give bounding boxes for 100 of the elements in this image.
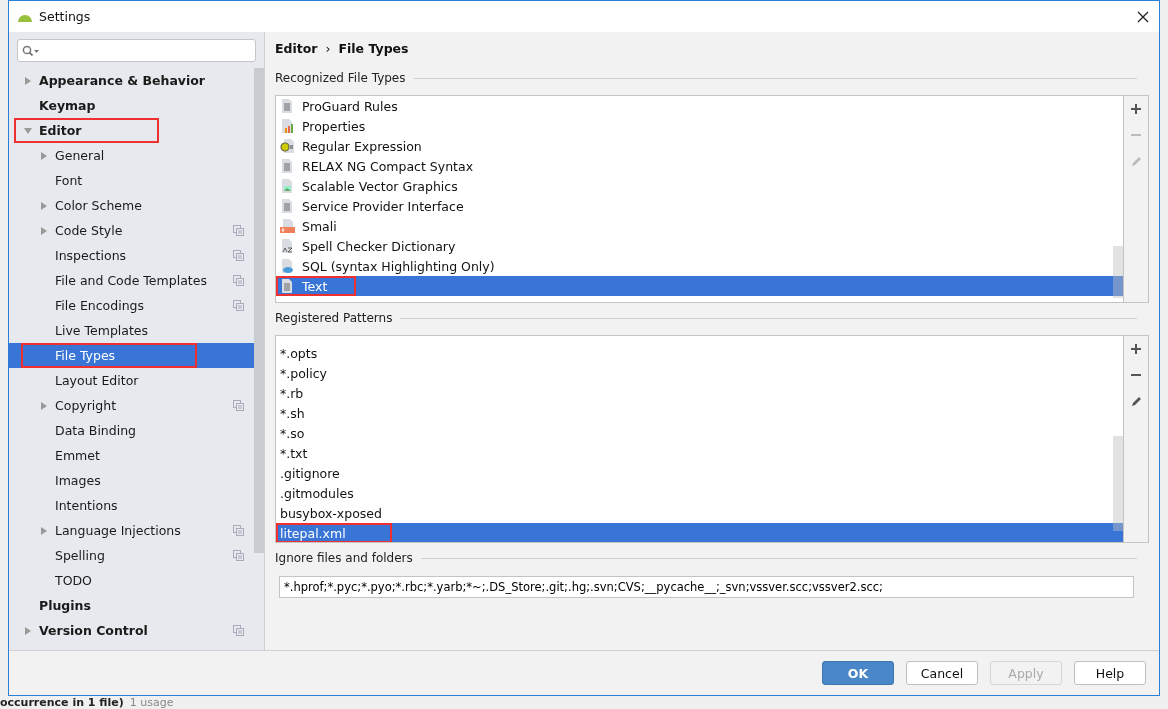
list-item[interactable]: Smali bbox=[276, 216, 1123, 236]
tree-item-label: Version Control bbox=[39, 623, 149, 638]
list-item[interactable]: *.so bbox=[276, 423, 1123, 443]
list-item[interactable]: *.opts bbox=[276, 343, 1123, 363]
list-item[interactable]: litepal.xml bbox=[276, 523, 1123, 542]
window-title: Settings bbox=[39, 9, 91, 24]
file-icon bbox=[280, 138, 296, 154]
list-item[interactable]: Properties bbox=[276, 116, 1123, 136]
list-item-label: *.so bbox=[280, 425, 305, 441]
tree-item-label: Keymap bbox=[39, 98, 97, 113]
plus-icon[interactable] bbox=[1130, 103, 1142, 115]
usage-hint: 1 usage bbox=[129, 696, 174, 709]
file-icon bbox=[280, 258, 296, 274]
tree-item-label: Spelling bbox=[55, 548, 106, 563]
breadcrumb-item[interactable]: Editor bbox=[275, 40, 318, 56]
list-item-label: *.txt bbox=[280, 445, 308, 461]
tree-item[interactable]: Images bbox=[9, 468, 254, 493]
list-item[interactable]: Regular Expression bbox=[276, 136, 1123, 156]
section-title: Ignore files and folders bbox=[275, 551, 413, 565]
tree-item-label: Language Injections bbox=[55, 523, 182, 538]
section-title: Registered Patterns bbox=[275, 311, 393, 325]
tree-item-label: Color Scheme bbox=[55, 198, 143, 213]
plus-icon[interactable] bbox=[1130, 343, 1142, 355]
list-item[interactable]: *.rb bbox=[276, 383, 1123, 403]
tree-item[interactable]: File and Code Templates bbox=[9, 268, 254, 293]
list-item-label: litepal.xml bbox=[280, 525, 346, 541]
list-item[interactable]: busybox-xposed bbox=[276, 503, 1123, 523]
tree-item-label: Font bbox=[55, 173, 84, 188]
list-item-label: Regular Expression bbox=[302, 138, 422, 154]
list-item-label: RELAX NG Compact Syntax bbox=[302, 158, 474, 174]
tree-item[interactable]: Emmet bbox=[9, 443, 254, 468]
tree-item-label: Emmet bbox=[55, 448, 101, 463]
ok-button[interactable]: OK bbox=[822, 661, 894, 685]
tree-item-label: Intentions bbox=[55, 498, 119, 513]
tree-item[interactable]: Editor bbox=[9, 118, 254, 143]
tree-item[interactable]: Intentions bbox=[9, 493, 254, 518]
tree-item-label: Plugins bbox=[39, 598, 92, 613]
search-field[interactable] bbox=[17, 39, 256, 62]
close-icon[interactable] bbox=[1137, 10, 1149, 23]
list-item-label: SQL (syntax Highlighting Only) bbox=[302, 258, 495, 274]
scrollbar[interactable] bbox=[254, 68, 264, 553]
tree-item[interactable]: Language Injections bbox=[9, 518, 254, 543]
list-item[interactable]: Spell Checker Dictionary bbox=[276, 236, 1123, 256]
list-item[interactable]: RELAX NG Compact Syntax bbox=[276, 156, 1123, 176]
status-text: occurrence in 1 file) bbox=[0, 696, 124, 709]
tree-item-label: TODO bbox=[55, 573, 93, 588]
tree-item[interactable]: File Encodings bbox=[9, 293, 254, 318]
ignore-input-field[interactable]: *.hprof;*.pyc;*.pyo;*.rbc;*.yarb;*~;.DS_Store;.git;.hg;.svn;CVS;__pycache__;_svn;vssver.scc;vssver2.scc; bbox=[279, 576, 1134, 598]
tree-item-label: Appearance & Behavior bbox=[39, 73, 206, 88]
file-icon bbox=[280, 118, 296, 134]
list-item-label: Text bbox=[302, 278, 328, 294]
list-item-label: .gitmodules bbox=[280, 485, 354, 501]
scrollbar[interactable] bbox=[1113, 436, 1123, 531]
list-item[interactable]: ProGuard Rules bbox=[276, 96, 1123, 116]
section-title: Recognized File Types bbox=[275, 71, 406, 85]
list-item[interactable]: .gitignore bbox=[276, 463, 1123, 483]
dialog-button[interactable]: Help bbox=[1074, 661, 1146, 685]
tree-item-label: File and Code Templates bbox=[55, 273, 208, 288]
list-item-label: *.sh bbox=[280, 405, 305, 421]
tree-item[interactable]: TODO bbox=[9, 568, 254, 593]
list-item[interactable]: *.txt bbox=[276, 443, 1123, 463]
tree-item[interactable]: General bbox=[9, 143, 254, 168]
search-icon bbox=[22, 44, 40, 57]
list-item[interactable]: *.policy bbox=[276, 363, 1123, 383]
list-item-label: Scalable Vector Graphics bbox=[302, 178, 458, 194]
tree-item[interactable]: Font bbox=[9, 168, 254, 193]
tree-item[interactable]: Keymap bbox=[9, 93, 254, 118]
breadcrumb-item: File Types bbox=[338, 40, 409, 56]
list-item-label: .gitignore bbox=[280, 465, 340, 481]
tree-item[interactable]: Layout Editor bbox=[9, 368, 254, 393]
pencil-icon[interactable] bbox=[1130, 395, 1142, 407]
tree-item-label: Code Style bbox=[55, 223, 124, 238]
tree-item[interactable]: Data Binding bbox=[9, 418, 254, 443]
list-item[interactable]: Text bbox=[276, 276, 1123, 296]
tree-item[interactable]: Copyright bbox=[9, 393, 254, 418]
list-item[interactable]: SQL (syntax Highlighting Only) bbox=[276, 256, 1123, 276]
file-icon bbox=[280, 218, 296, 234]
tree-item[interactable]: Appearance & Behavior bbox=[9, 68, 254, 93]
tree-item[interactable]: Version Control bbox=[9, 618, 254, 643]
list-item[interactable]: Scalable Vector Graphics bbox=[276, 176, 1123, 196]
list-item[interactable]: *.sh bbox=[276, 403, 1123, 423]
tree-item-label: File Types bbox=[55, 348, 117, 363]
dialog-button[interactable]: Cancel bbox=[906, 661, 978, 685]
tree-item-label: Editor bbox=[39, 123, 83, 138]
tree-item[interactable]: Code Style bbox=[9, 218, 254, 243]
list-item-label: *.rb bbox=[280, 385, 304, 401]
tree-item[interactable]: Plugins bbox=[9, 593, 254, 618]
tree-item[interactable]: Live Templates bbox=[9, 318, 254, 343]
tree-item-label: Inspections bbox=[55, 248, 128, 263]
list-item[interactable]: Service Provider Interface bbox=[276, 196, 1123, 216]
list-item-label: Properties bbox=[302, 118, 366, 134]
scrollbar[interactable] bbox=[1113, 246, 1123, 298]
tree-item-label: Layout Editor bbox=[55, 373, 140, 388]
tree-item[interactable]: Inspections bbox=[9, 243, 254, 268]
tree-item-label: Copyright bbox=[55, 398, 118, 413]
list-item[interactable]: .gitmodules bbox=[276, 483, 1123, 503]
tree-item[interactable]: Spelling bbox=[9, 543, 254, 568]
list-item-label: busybox-xposed bbox=[280, 505, 382, 521]
tree-item[interactable]: File Types bbox=[9, 343, 254, 368]
tree-item[interactable]: Color Scheme bbox=[9, 193, 254, 218]
